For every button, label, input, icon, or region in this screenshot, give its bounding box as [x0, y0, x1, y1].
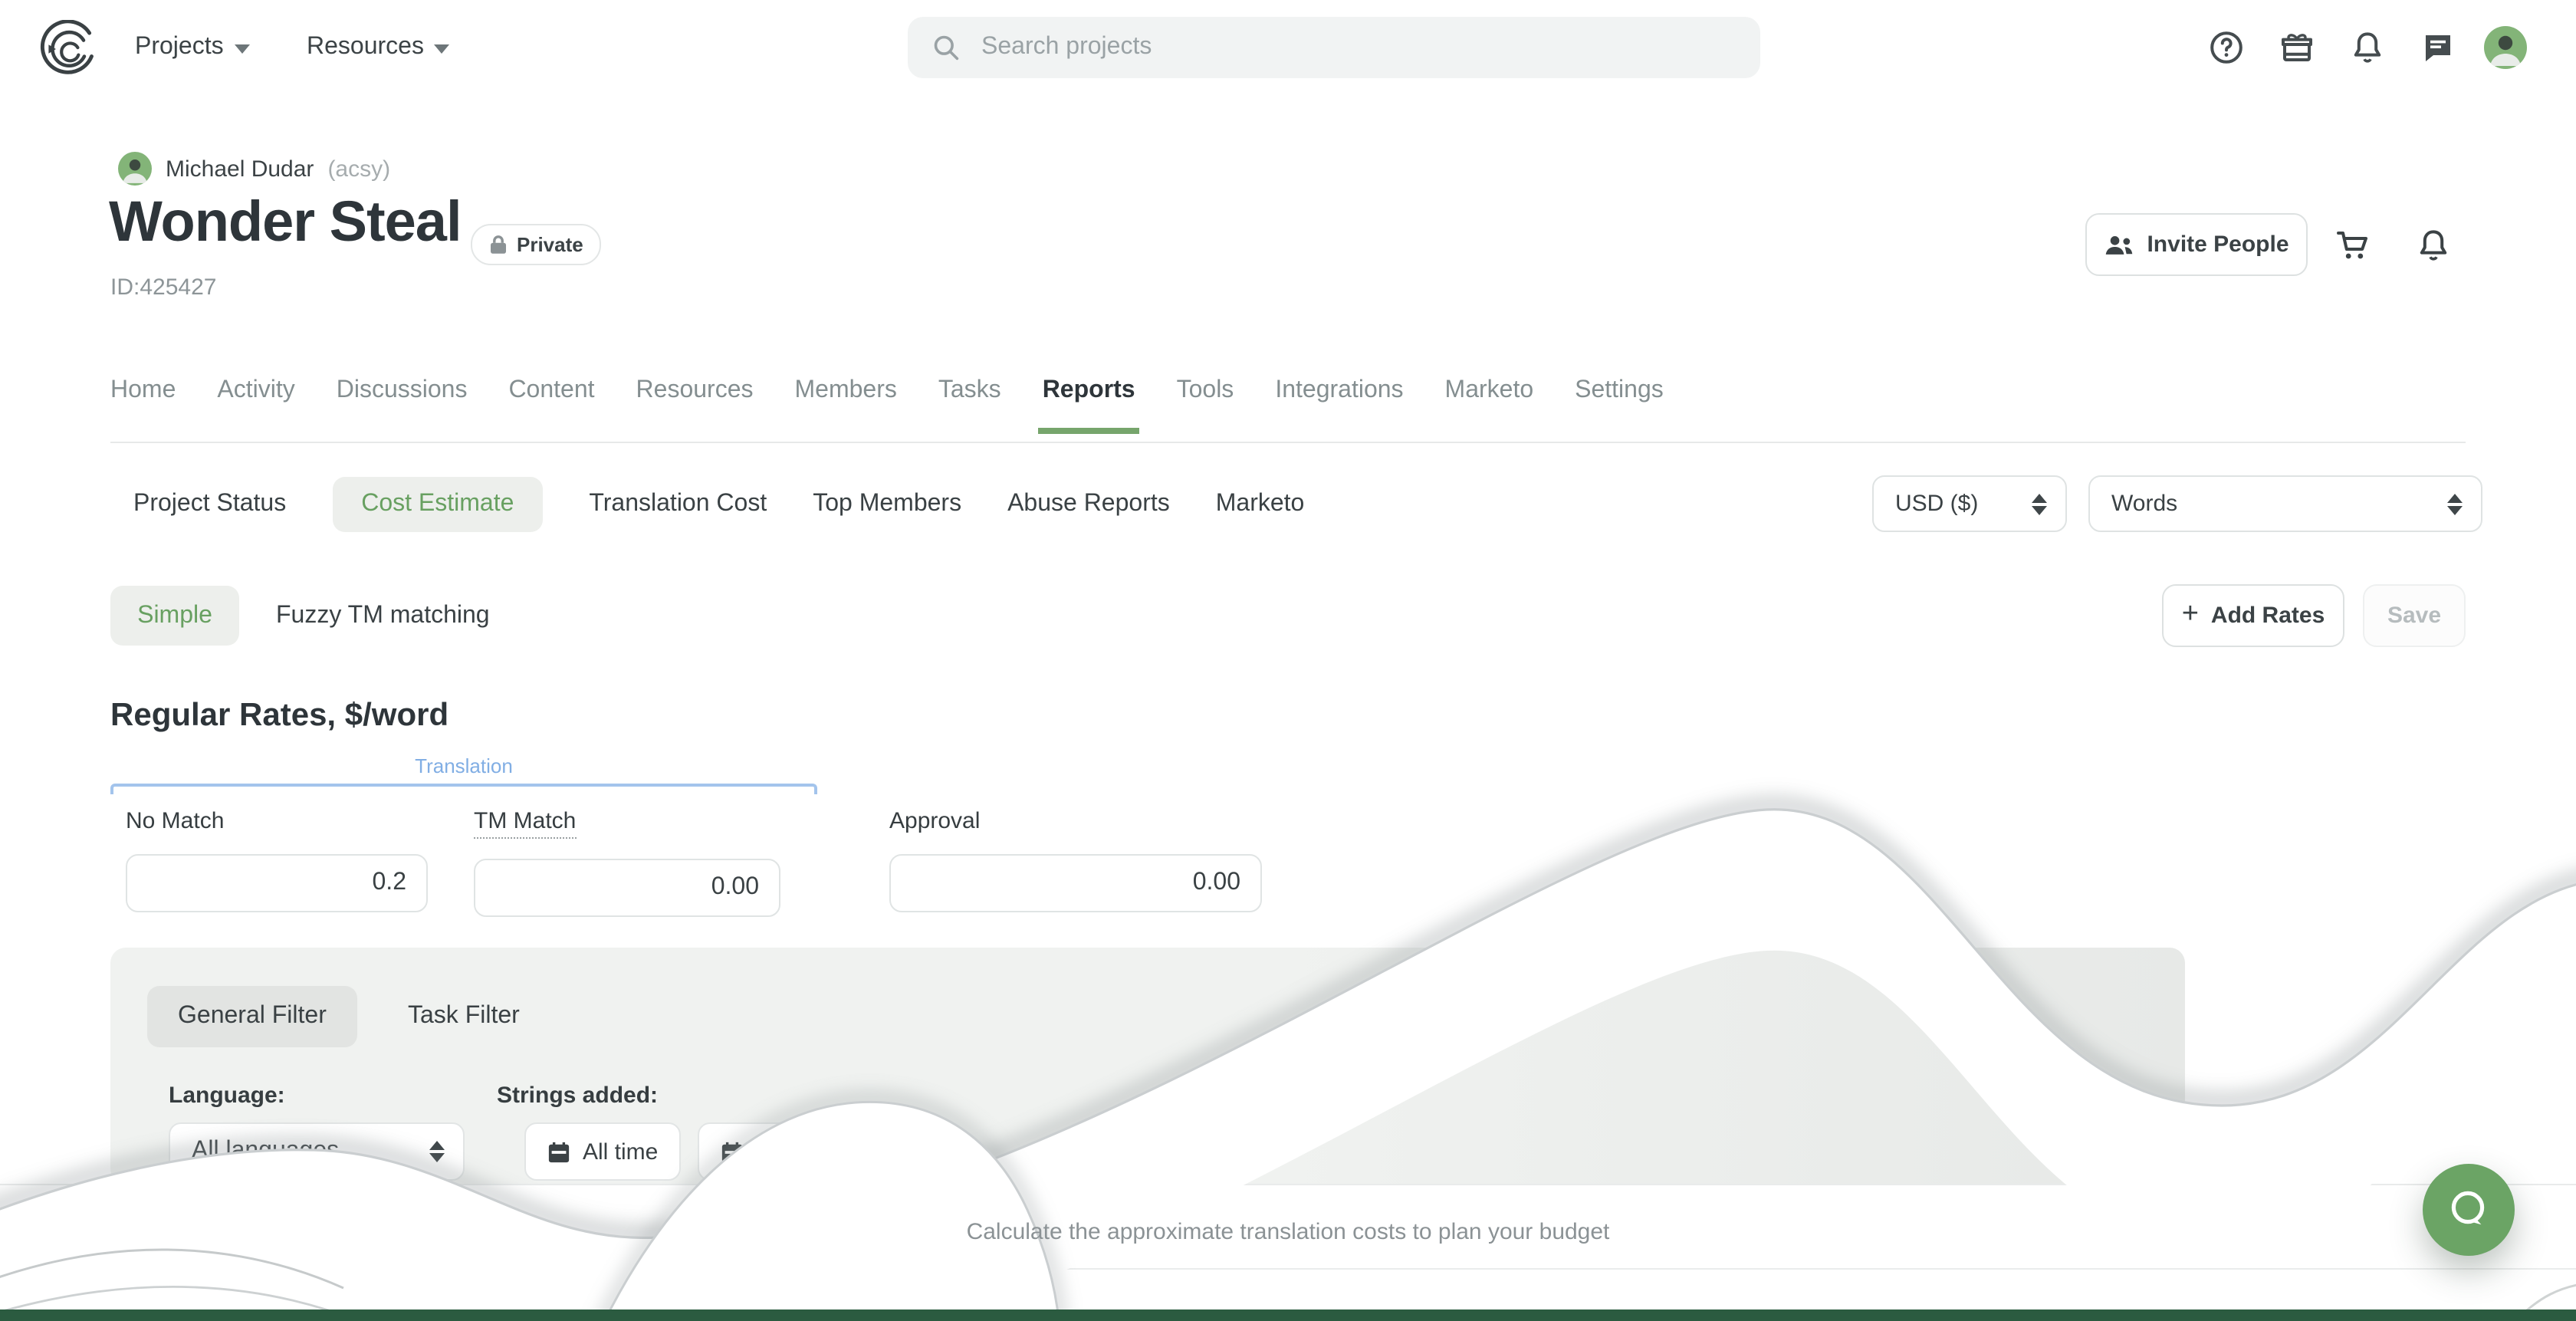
- user-avatar[interactable]: [2484, 26, 2527, 69]
- tab-home[interactable]: Home: [110, 377, 176, 434]
- translation-group-bracket: [110, 784, 817, 794]
- subtab-marketo[interactable]: Marketo: [1216, 491, 1305, 518]
- save-label: Save: [2387, 603, 2441, 629]
- tabs-divider: [110, 442, 2466, 443]
- search-input[interactable]: [978, 32, 1720, 63]
- rate-tm-match-input[interactable]: [474, 859, 780, 917]
- plus-icon: +: [2182, 597, 2199, 631]
- updown-caret-icon: [429, 1141, 445, 1162]
- tab-general-filter[interactable]: General Filter: [147, 986, 357, 1047]
- rate-no-match-input[interactable]: [126, 854, 428, 912]
- tab-task-filter[interactable]: Task Filter: [408, 986, 520, 1047]
- owner-avatar: [118, 152, 152, 186]
- language-select-value: All languages: [192, 1138, 339, 1165]
- project-owner[interactable]: Michael Dudar (acsy): [118, 152, 390, 186]
- privacy-badge-label: Private: [517, 233, 583, 256]
- notifications-bell-icon[interactable]: [2349, 29, 2386, 66]
- tab-tasks[interactable]: Tasks: [938, 377, 1001, 434]
- updown-caret-icon: [2447, 493, 2463, 514]
- language-select[interactable]: All languages: [169, 1122, 465, 1181]
- mode-simple-toggle[interactable]: Simple: [110, 586, 239, 646]
- calendar-icon: [721, 1140, 744, 1163]
- person-icon: [2484, 26, 2527, 69]
- tab-resources[interactable]: Resources: [636, 377, 754, 434]
- filters-panel: General Filter Task Filter Language: Str…: [110, 948, 2185, 1184]
- top-nav: Projects Resources: [0, 0, 2576, 95]
- rate-no-match-label: No Match: [126, 808, 224, 834]
- help-icon[interactable]: [2208, 29, 2245, 66]
- nav-projects-menu[interactable]: Projects: [135, 0, 250, 95]
- save-button[interactable]: Save: [2363, 584, 2466, 647]
- tab-integrations[interactable]: Integrations: [1275, 377, 1403, 434]
- invite-people-icon: [2104, 232, 2134, 257]
- add-rates-button[interactable]: + Add Rates: [2162, 584, 2344, 647]
- tab-reports[interactable]: Reports: [1043, 377, 1135, 434]
- rates-heading: Regular Rates, $/word: [110, 698, 449, 734]
- rate-tm-match: TM Match: [474, 808, 780, 917]
- subtab-top-members[interactable]: Top Members: [813, 491, 961, 518]
- search-icon: [932, 34, 960, 61]
- currency-select-value: USD ($): [1895, 491, 1978, 517]
- unit-select[interactable]: Words: [2088, 475, 2482, 532]
- date-range-value: All time: [583, 1139, 658, 1165]
- crowdin-logo[interactable]: [40, 20, 98, 78]
- footer-bar: [0, 1309, 2576, 1321]
- nav-resources-label: Resources: [307, 34, 424, 61]
- rate-approval-label: Approval: [889, 808, 980, 834]
- tab-marketo[interactable]: Marketo: [1445, 377, 1534, 434]
- person-icon: [118, 152, 152, 186]
- subtab-cost-estimate[interactable]: Cost Estimate: [332, 477, 543, 532]
- nav-resources-menu[interactable]: Resources: [307, 0, 450, 95]
- main-tabs: Home Activity Discussions Content Resour…: [110, 377, 1664, 434]
- updown-caret-icon: [2032, 493, 2047, 514]
- owner-suffix: (acsy): [327, 156, 390, 182]
- privacy-badge: Private: [471, 224, 602, 265]
- rate-approval: Approval: [889, 808, 1262, 912]
- footer-divider: [0, 1268, 2576, 1270]
- chevron-down-icon: [435, 44, 450, 54]
- nav-projects-label: Projects: [135, 34, 224, 61]
- tab-content[interactable]: Content: [508, 377, 594, 434]
- translation-group-label: Translation: [110, 754, 817, 777]
- report-subtabs: Project Status Cost Estimate Translation…: [133, 475, 1304, 534]
- tab-tools[interactable]: Tools: [1177, 377, 1234, 434]
- tab-members[interactable]: Members: [795, 377, 897, 434]
- language-label: Language:: [169, 1083, 285, 1109]
- project-id: ID:425427: [110, 274, 216, 301]
- invite-people-button[interactable]: Invite People: [2085, 213, 2308, 276]
- project-notifications-icon[interactable]: [2415, 227, 2452, 264]
- messages-icon[interactable]: [2420, 29, 2456, 66]
- tab-discussions[interactable]: Discussions: [337, 377, 468, 434]
- subtab-project-status[interactable]: Project Status: [133, 491, 286, 518]
- chat-bubble-icon: [2446, 1187, 2492, 1233]
- tab-activity[interactable]: Activity: [217, 377, 294, 434]
- unit-select-value: Words: [2111, 491, 2177, 517]
- calendar-icon: [547, 1140, 570, 1163]
- rate-approval-input[interactable]: [889, 854, 1262, 912]
- gift-icon[interactable]: [2279, 29, 2315, 66]
- add-rates-label: Add Rates: [2211, 603, 2325, 629]
- section-divider: [0, 1184, 2576, 1185]
- mode-fuzzy-toggle[interactable]: Fuzzy TM matching: [276, 586, 490, 646]
- cost-estimate-hint: Calculate the approximate translation co…: [0, 1219, 2576, 1245]
- tab-settings[interactable]: Settings: [1575, 377, 1664, 434]
- secondary-filter-button[interactable]: [698, 1122, 928, 1181]
- date-range-button[interactable]: All time: [524, 1122, 681, 1181]
- chevron-down-icon: [235, 44, 250, 54]
- support-chat-button[interactable]: [2423, 1164, 2515, 1256]
- subtab-abuse-reports[interactable]: Abuse Reports: [1007, 491, 1170, 518]
- owner-name: Michael Dudar: [166, 156, 314, 182]
- rate-tm-match-label: TM Match: [474, 808, 576, 839]
- strings-added-label: Strings added:: [497, 1083, 658, 1109]
- page-title: Wonder Steal: [109, 190, 462, 255]
- lock-icon: [489, 235, 508, 255]
- rate-no-match: No Match: [126, 808, 428, 912]
- app-root: Projects Resources: [0, 0, 2576, 1321]
- currency-select[interactable]: USD ($): [1872, 475, 2067, 532]
- search-bar: [908, 17, 1760, 78]
- invite-people-label: Invite People: [2147, 232, 2288, 258]
- cart-icon[interactable]: [2334, 227, 2371, 264]
- subtab-translation-cost[interactable]: Translation Cost: [589, 491, 767, 518]
